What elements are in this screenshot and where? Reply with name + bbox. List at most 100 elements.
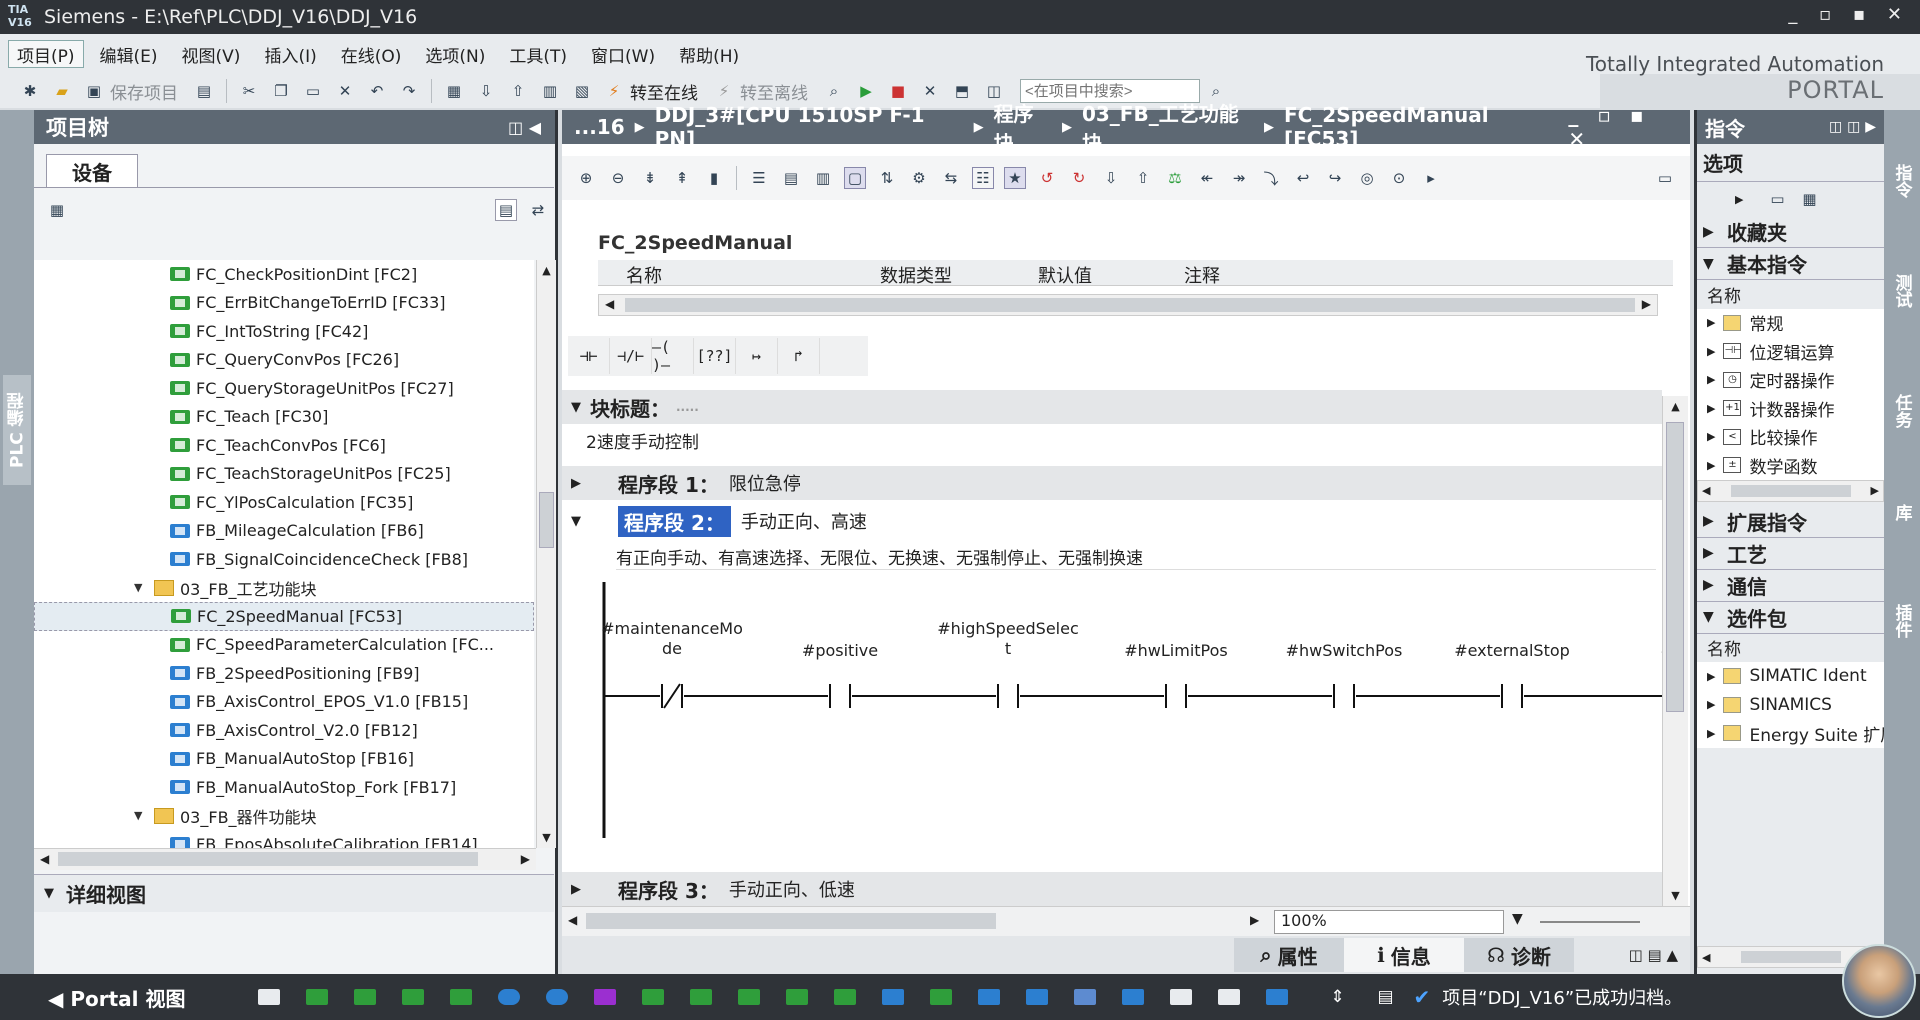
ob-task-icon[interactable] — [589, 983, 621, 1011]
contact-tag[interactable]: #positive — [802, 641, 878, 660]
menu-tools[interactable]: 工具(T) — [501, 40, 575, 68]
chevron-down-icon[interactable]: ▼ — [134, 581, 148, 594]
technology-section[interactable]: ▶ 工艺 — [1697, 537, 1884, 570]
window-controls[interactable]: _ ▫ ▪ ✕ — [1788, 4, 1910, 25]
menu-options[interactable]: 选项(N) — [417, 40, 493, 68]
tree-item[interactable]: FB_ManualAutoStop [FB16] — [34, 745, 534, 774]
undo-icon[interactable]: ↶ — [366, 80, 388, 102]
block-task-icon[interactable] — [925, 983, 957, 1011]
go-online-icon[interactable]: ⚡ — [603, 80, 625, 102]
fb-task-icon[interactable] — [1117, 983, 1149, 1011]
coil-button[interactable]: –( )– — [652, 338, 694, 374]
start-cpu-icon[interactable]: ▶ — [855, 80, 877, 102]
network-2-header[interactable]: ▼ 程序段 2： 手动正向、高速 — [562, 504, 1662, 538]
tree-item[interactable]: FC_Teach [FC30] — [34, 403, 534, 432]
breadcrumb-block[interactable]: FC_2SpeedManual [FC53] — [1284, 103, 1562, 151]
tab-properties[interactable]: ⌕ 属性 — [1234, 938, 1344, 972]
empty-box-button[interactable]: [??] — [694, 338, 736, 374]
close-branch-button[interactable]: ↱ — [778, 338, 820, 374]
menu-edit[interactable]: 编辑(E) — [92, 40, 166, 68]
insert-row-icon[interactable]: ⇟ — [639, 167, 661, 189]
breadcrumb-cpu[interactable]: DDJ_3#[CPU 1510SP F-1 PN] — [655, 103, 964, 151]
chevron-down-icon[interactable]: ▼ — [134, 809, 148, 822]
pane-controls[interactable]: ◫ ◫ ▶ — [1829, 119, 1876, 135]
col-name[interactable]: 名称 — [626, 262, 662, 288]
menu-help[interactable]: 帮助(H) — [671, 40, 747, 68]
tab-instructions[interactable]: 指令 — [1888, 160, 1916, 250]
tree-item[interactable]: FC_QueryConvPos [FC26] — [34, 346, 534, 375]
breakpoint-icon[interactable]: ↺ — [1036, 167, 1058, 189]
instr-hscroll[interactable]: ◀ ▶ — [1697, 479, 1884, 502]
db-task-icon[interactable] — [493, 983, 525, 1011]
list-icon[interactable]: ☰ — [748, 167, 770, 189]
tree-item[interactable]: FB_ManualAutoStop_Fork [FB17] — [34, 773, 534, 802]
portal-view-button[interactable]: ◀ Portal 视图 — [48, 983, 185, 1012]
list-view-icon[interactable]: ▦ — [1798, 188, 1820, 210]
jump-forward-icon[interactable]: ↪ — [1324, 167, 1346, 189]
download-icon[interactable]: ⇩ — [475, 80, 497, 102]
block-task-icon[interactable] — [829, 983, 861, 1011]
editor-window-controls[interactable]: _ ▫ ▪ ✕ — [1568, 103, 1682, 151]
menu-online[interactable]: 在线(O) — [333, 40, 410, 68]
nc-contact-button[interactable]: ⊣/⊢ — [610, 338, 652, 374]
menu-project[interactable]: 项目(P) — [8, 40, 84, 68]
favorites-icon[interactable]: ⇆ — [940, 167, 962, 189]
tab-diagnostics[interactable]: ☊ 诊断 — [1464, 938, 1574, 972]
monitor-icon[interactable]: ◎ — [1356, 167, 1378, 189]
network-open-icon[interactable]: ▤ — [780, 167, 802, 189]
stop-sim-icon[interactable]: ▧ — [571, 80, 593, 102]
menu-window[interactable]: 窗口(W) — [583, 40, 663, 68]
expand-icon[interactable]: ▶ — [562, 476, 590, 491]
plc-programming-tab[interactable]: PLC 编程 — [3, 375, 31, 485]
interface-scrollbar[interactable]: ◀ ▶ — [598, 294, 1658, 316]
tree-options-icon[interactable]: ⇄ — [527, 199, 549, 221]
menu-insert[interactable]: 插入(I) — [256, 40, 324, 68]
tab-tasks[interactable]: 任务 — [1888, 390, 1916, 480]
extended-section[interactable]: ▶ 扩展指令 — [1697, 505, 1884, 538]
tree-item[interactable]: FB_2SpeedPositioning [FB9] — [34, 659, 534, 688]
absolute-operands-icon[interactable]: ⇅ — [876, 167, 898, 189]
instr-math[interactable]: ▶ ± 数学函数 — [1697, 451, 1884, 480]
contact-tag[interactable]: #hwSwitchPos — [1286, 641, 1403, 660]
accessible-devices-icon[interactable]: ⌕ — [823, 80, 845, 102]
step-icon[interactable]: ⤵ — [1260, 167, 1282, 189]
fb-task-icon[interactable] — [1261, 983, 1293, 1011]
inspector-controls[interactable]: ◫ ▤ ▲ — [1629, 946, 1678, 964]
overview-task-icon[interactable] — [253, 983, 285, 1011]
overview-icon[interactable]: ▤ — [495, 199, 517, 221]
expand-icon[interactable]: ▶ — [562, 882, 590, 897]
fb-task-icon[interactable] — [973, 983, 1005, 1011]
view-icon[interactable]: ▭ — [1766, 188, 1788, 210]
block-task-icon[interactable] — [637, 983, 669, 1011]
breadcrumb-program-blocks[interactable]: 程序块 — [994, 98, 1052, 156]
communication-section[interactable]: ▶ 通信 — [1697, 569, 1884, 602]
delete-network-icon[interactable]: ⊖ — [607, 167, 629, 189]
tree-item[interactable]: FC_CheckPositionDint [FC2] — [34, 260, 534, 289]
pkg-energy-suite[interactable]: ▶ Energy Suite 扩展 — [1697, 719, 1897, 748]
print-icon[interactable]: ▤ — [193, 80, 215, 102]
tree-item[interactable]: FC_SpeedParameterCalculation [FC... — [34, 631, 534, 660]
contact-tag[interactable]: #maintenanceMo — [601, 619, 743, 638]
simulate-icon[interactable]: ▥ — [539, 80, 561, 102]
star-icon[interactable]: ★ — [1004, 167, 1026, 189]
tab-devices[interactable]: 设备 — [46, 154, 138, 188]
tree-item[interactable]: FC_QueryStorageUnitPos [FC27] — [34, 374, 534, 403]
tab-testing[interactable]: 测试 — [1888, 270, 1916, 360]
network-3-title[interactable]: 手动正向、低速 — [729, 876, 855, 902]
db-task-icon[interactable] — [541, 983, 573, 1011]
tree-grid-icon[interactable]: ▦ — [46, 199, 68, 221]
tree-item[interactable]: FB_AxisControl_V2.0 [FB12] — [34, 716, 534, 745]
upload-icon[interactable]: ⇧ — [507, 80, 529, 102]
network-3-header[interactable]: ▶ 程序段 3： 手动正向、低速 — [562, 872, 1662, 906]
tree-item[interactable]: FC_ErrBitChangeToErrID [FC33] — [34, 289, 534, 318]
tree-vertical-scrollbar[interactable]: ▲ ▼ — [536, 260, 556, 848]
pkg-simatic-ident[interactable]: ▶ SIMATIC Ident — [1697, 662, 1884, 691]
more-icon[interactable]: ▸ — [1420, 167, 1442, 189]
block-task-icon[interactable] — [397, 983, 429, 1011]
table-task-icon[interactable] — [1165, 983, 1197, 1011]
cross-reference-icon[interactable]: ✕ — [919, 80, 941, 102]
go-offline-button[interactable]: 转至离线 — [740, 79, 808, 104]
block-title-row[interactable]: ▼ 块标题： ..... — [562, 390, 1662, 424]
go-offline-icon[interactable]: ⚡ — [713, 80, 735, 102]
breadcrumb-folder[interactable]: 03_FB_工艺功能块 — [1082, 98, 1254, 156]
